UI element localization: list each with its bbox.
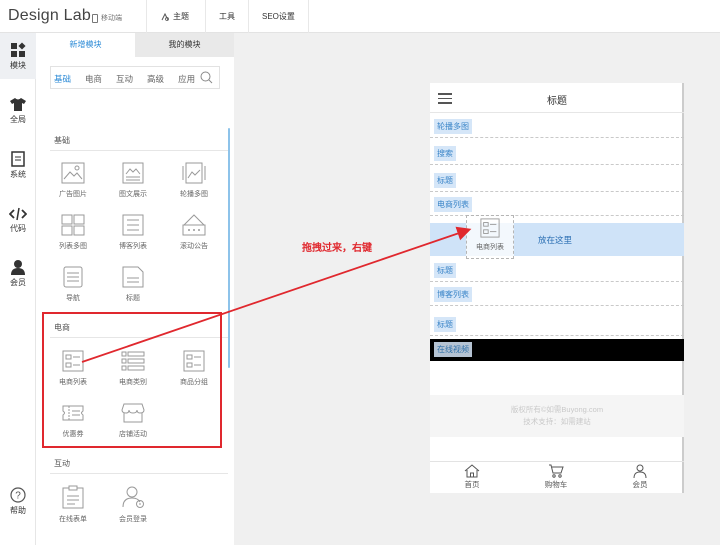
drag-arrow <box>81 226 472 363</box>
